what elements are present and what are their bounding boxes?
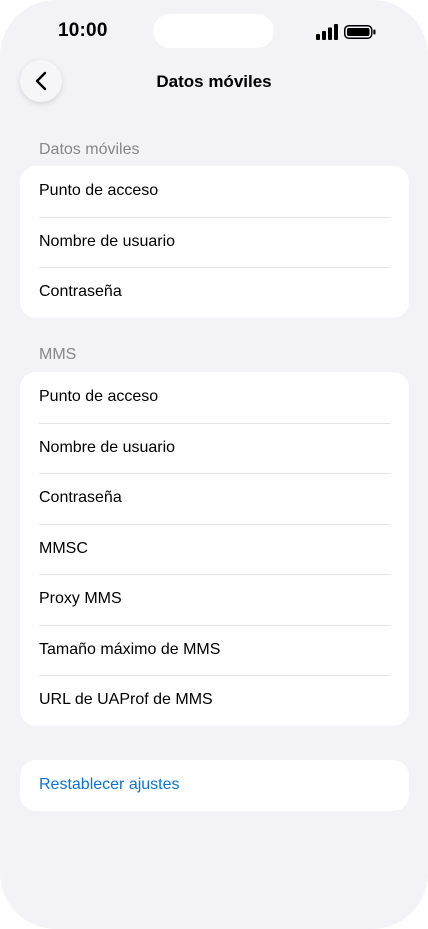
row-mmsc[interactable]: MMSC <box>20 523 409 575</box>
row-label: Nombre de usuario <box>39 232 176 250</box>
row-label: Nombre de usuario <box>39 438 176 456</box>
signal-icon <box>316 24 338 40</box>
row-url-uaprof-mms[interactable]: URL de UAProf de MMS <box>20 675 409 726</box>
status-bar: 10:00 <box>0 0 428 64</box>
row-contrasena[interactable]: Contraseña <box>20 267 409 318</box>
reset-group: Restablecer ajustes <box>20 760 409 811</box>
row-punto-de-acceso[interactable]: Punto de acceso <box>20 166 409 217</box>
row-nombre-de-usuario[interactable]: Nombre de usuario <box>20 216 409 268</box>
dynamic-island <box>153 14 274 48</box>
section-header-datos-moviles: Datos móviles <box>39 141 140 158</box>
row-mms-punto-de-acceso[interactable]: Punto de acceso <box>20 372 409 423</box>
row-mms-contrasena[interactable]: Contraseña <box>20 473 409 524</box>
row-label: Punto de acceso <box>39 388 159 406</box>
settings-group-datos-moviles: Punto de acceso Nombre de usuario Contra… <box>20 166 409 318</box>
status-time: 10:00 <box>58 20 108 41</box>
row-label: Contraseña <box>39 283 122 301</box>
row-proxy-mms[interactable]: Proxy MMS <box>20 574 409 625</box>
page-title: Datos móviles <box>156 72 272 91</box>
settings-group-mms: Punto de acceso Nombre de usuario Contra… <box>20 372 409 726</box>
row-label: Tamaño máximo de MMS <box>39 640 221 658</box>
row-mms-nombre-de-usuario[interactable]: Nombre de usuario <box>20 422 409 474</box>
phone-screen: 10:00 Datos móviles Datos móviles Punto … <box>0 0 428 929</box>
row-label: Contraseña <box>39 489 122 507</box>
status-icons <box>316 24 378 40</box>
battery-icon <box>344 25 376 39</box>
row-label: MMSC <box>39 539 88 557</box>
row-label: URL de UAProf de MMS <box>39 691 213 709</box>
reset-settings-label: Restablecer ajustes <box>39 776 180 794</box>
navigation-bar: Datos móviles <box>0 56 428 108</box>
reset-settings-button[interactable]: Restablecer ajustes <box>20 760 409 811</box>
row-label: Proxy MMS <box>39 590 122 608</box>
row-label: Punto de acceso <box>39 182 159 200</box>
row-tamano-maximo-mms[interactable]: Tamaño máximo de MMS <box>20 624 409 676</box>
section-header-mms: MMS <box>39 346 77 363</box>
